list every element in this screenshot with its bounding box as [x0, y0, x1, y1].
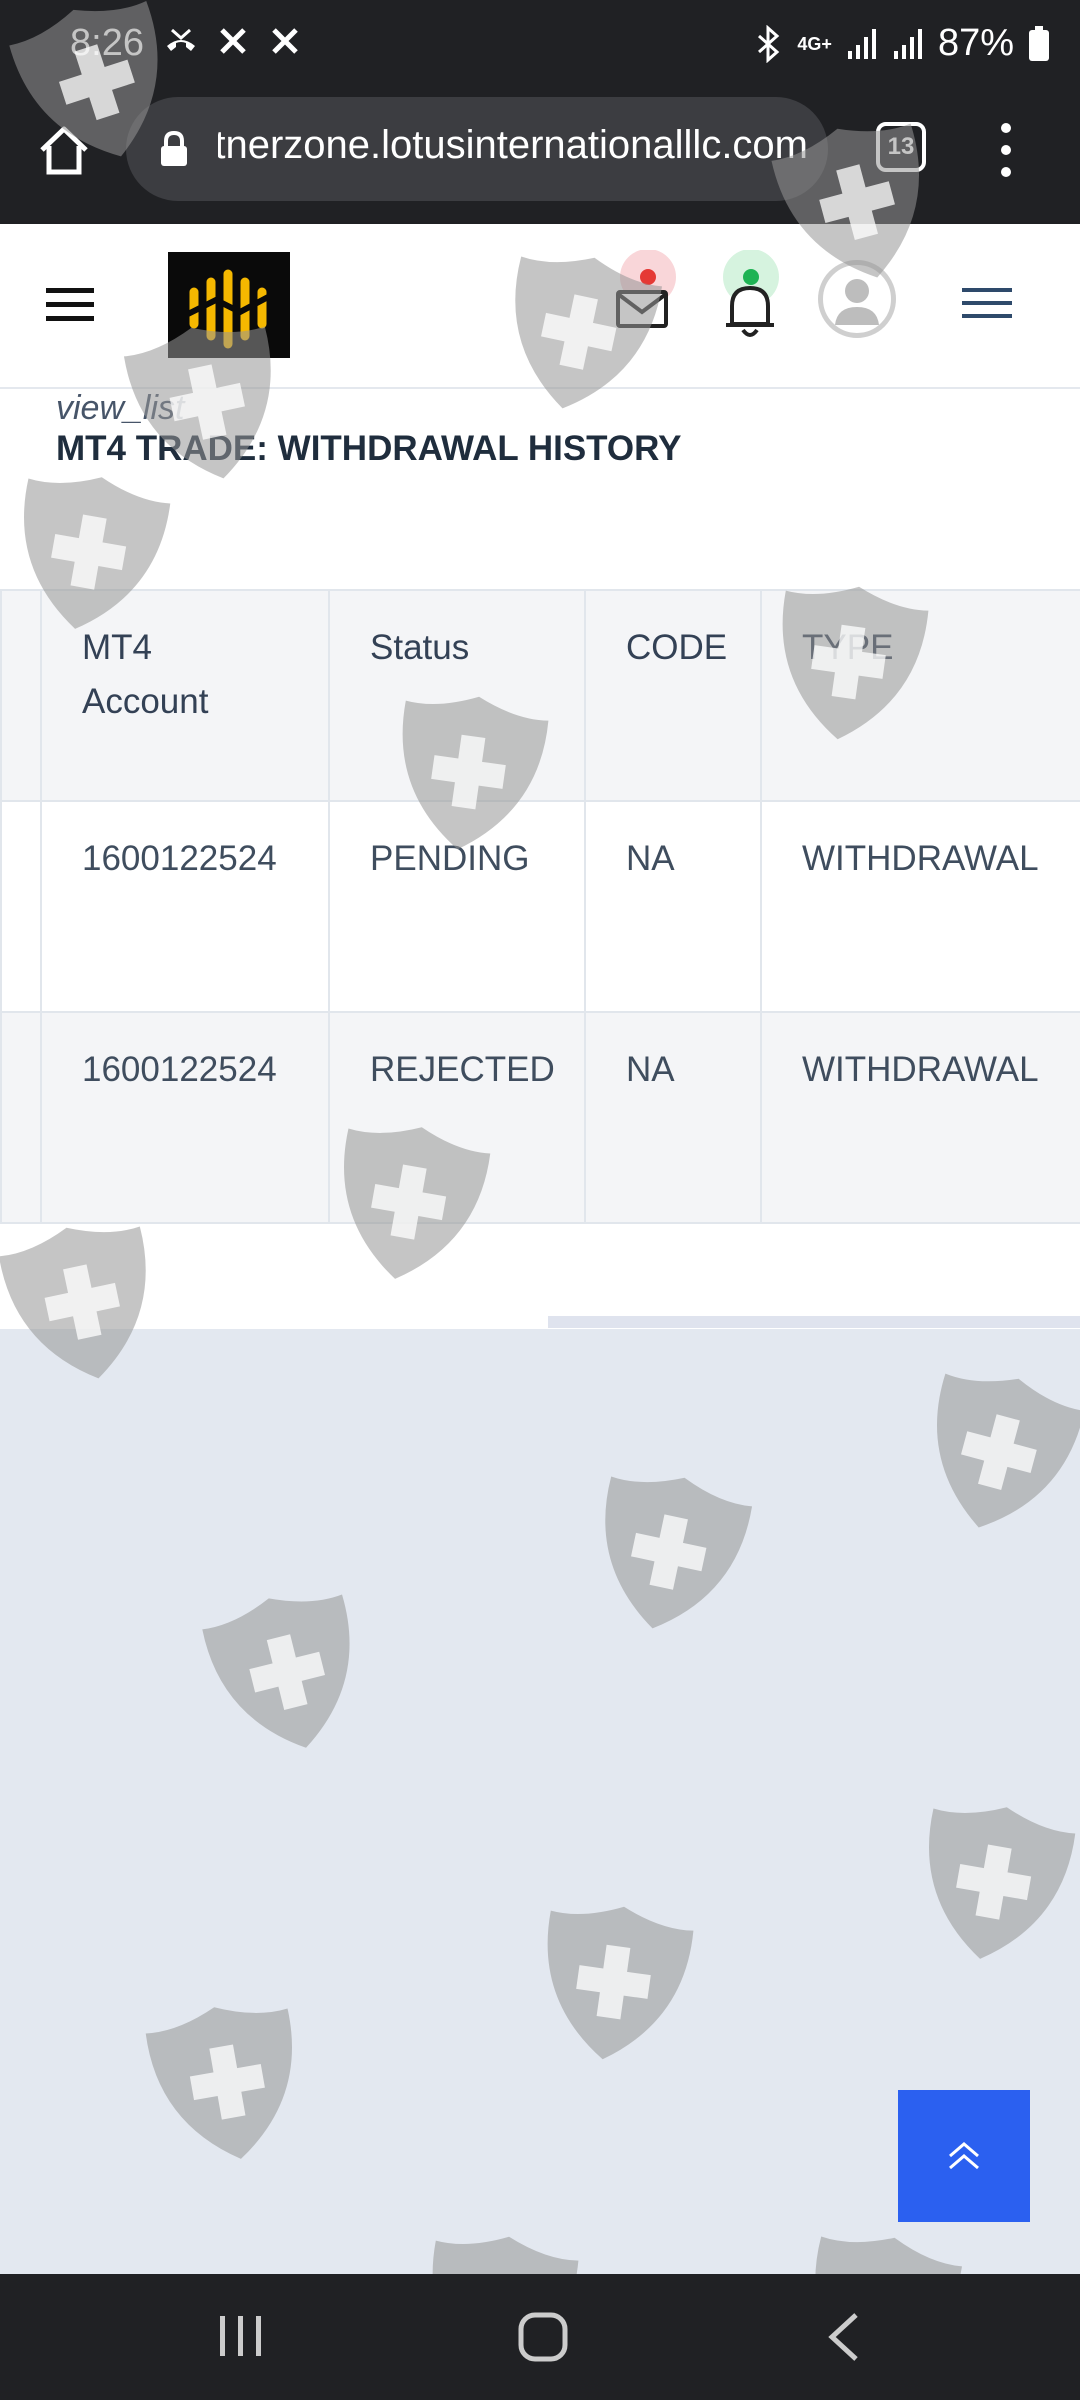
- wifi-calling-off-icon: [216, 24, 250, 67]
- page-title: MT4 TRADE: WITHDRAWAL HISTORY: [56, 429, 682, 468]
- account-cell: 1600122524: [40, 1011, 330, 1224]
- address-bar[interactable]: partnerzone.lotusinternationalllc.com: [126, 97, 828, 201]
- signal-icon: [892, 27, 924, 61]
- home-icon[interactable]: [36, 122, 92, 178]
- tab-switcher-button[interactable]: 13: [876, 122, 926, 172]
- battery-percent: 87%: [937, 22, 1014, 64]
- horizontal-scrollbar[interactable]: [548, 1316, 1080, 1328]
- home-nav-icon[interactable]: [518, 2312, 568, 2362]
- sidebar-toggle-icon[interactable]: [46, 284, 94, 324]
- mail-icon[interactable]: [612, 249, 676, 350]
- system-nav-bar: [0, 2274, 1080, 2400]
- table-row: 1600122524 PENDING NA WITHDRAWAL: [0, 800, 1080, 1013]
- bluetooth-icon: [753, 24, 783, 63]
- wifi-calling-off-icon: [268, 24, 302, 67]
- withdrawal-history-table: MT4 Account Status CODE TYPE 1600122524 …: [0, 589, 1080, 1224]
- shield-watermark-icon: [901, 1788, 1080, 1983]
- missed-call-icon: [164, 24, 198, 67]
- code-cell: NA: [584, 800, 762, 1013]
- code-cell: NA: [584, 1011, 762, 1224]
- browser-toolbar: partnerzone.lotusinternationalllc.com 13: [0, 92, 1080, 224]
- signal-icon: [846, 27, 878, 61]
- column-header-mt4-account[interactable]: MT4 Account: [40, 589, 330, 802]
- lock-icon: [160, 130, 188, 167]
- account-cell: 1600122524: [40, 800, 330, 1013]
- table-header-row: MT4 Account Status CODE TYPE: [0, 589, 1080, 802]
- table-row: 1600122524 REJECTED NA WITHDRAWAL: [0, 1011, 1080, 1224]
- shield-watermark-icon: [524, 1890, 702, 2081]
- notification-icons: [164, 24, 302, 67]
- more-menu-icon[interactable]: [994, 120, 1018, 180]
- column-header-code[interactable]: CODE: [584, 589, 762, 802]
- shield-watermark-icon: [901, 1353, 1080, 1559]
- bell-icon[interactable]: [718, 249, 782, 350]
- menu-icon[interactable]: [962, 286, 1012, 322]
- logo[interactable]: [168, 252, 290, 358]
- column-header-type[interactable]: TYPE: [760, 589, 1080, 802]
- app-header: [0, 224, 1080, 389]
- network-type: 4G+: [797, 33, 832, 54]
- scroll-to-top-button[interactable]: [898, 2090, 1030, 2222]
- shield-watermark-icon: [192, 1574, 385, 1778]
- double-chevron-up-icon: [949, 2142, 979, 2170]
- type-cell: WITHDRAWAL: [760, 800, 1080, 1013]
- status-time: 8:26: [70, 22, 144, 64]
- shield-watermark-icon: [574, 1456, 762, 1656]
- table-cell: [0, 800, 42, 1013]
- view-list-label: view_list: [56, 389, 185, 427]
- status-bar: 8:26 4G+ 87%: [0, 0, 1080, 92]
- user-avatar[interactable]: [818, 260, 896, 338]
- type-cell: WITHDRAWAL: [760, 1011, 1080, 1224]
- table-cell: [0, 1011, 42, 1224]
- column-header-status[interactable]: Status: [328, 589, 586, 802]
- url-text: partnerzone.lotusinternationalllc.com: [218, 123, 808, 167]
- shield-watermark-icon: [136, 1988, 319, 2183]
- back-icon[interactable]: [826, 2312, 862, 2362]
- battery-icon: [1028, 25, 1050, 62]
- status-cell: PENDING: [328, 800, 586, 1013]
- recent-apps-icon[interactable]: [218, 2314, 264, 2358]
- status-indicators: 4G+ 87%: [753, 22, 1050, 65]
- table-header-cell: [0, 589, 42, 802]
- status-cell: REJECTED: [328, 1011, 586, 1224]
- content-card: view_list MT4 TRADE: WITHDRAWAL HISTORY …: [0, 389, 1080, 1329]
